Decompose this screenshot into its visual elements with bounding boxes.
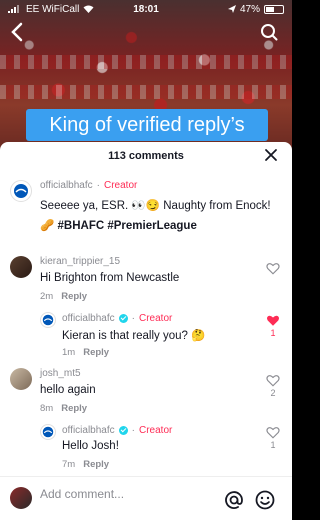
comment-input[interactable]: Add comment...	[40, 487, 124, 501]
comment-time: 1m	[62, 347, 76, 358]
comment-time: 8m	[40, 403, 54, 414]
video-caption: King of verified reply’s	[26, 109, 268, 141]
comment-hashtags[interactable]: 🥜 #BHAFC #PremierLeague	[40, 218, 197, 232]
comment-user[interactable]: officialbhafc · Creator	[40, 180, 137, 191]
heart-filled-icon	[266, 315, 280, 326]
creator-badge: Creator	[138, 425, 173, 436]
like-button[interactable]	[265, 262, 281, 275]
chevron-left-icon	[11, 22, 23, 42]
emoji-icon	[255, 490, 275, 510]
reply-button[interactable]: Reply	[61, 403, 87, 414]
separator-dot: ·	[131, 425, 135, 436]
like-button[interactable]: 1	[265, 426, 281, 450]
crowd-stripe	[0, 85, 292, 99]
avatar	[10, 487, 32, 509]
search-icon	[261, 24, 278, 41]
at-icon	[225, 491, 243, 509]
like-button[interactable]: 1	[265, 314, 281, 338]
creator-badge: Creator	[138, 313, 173, 324]
comment-meta: 1m Reply	[62, 347, 109, 358]
comment-meta: 7m Reply	[62, 459, 109, 470]
comment-user[interactable]: officialbhafc · Creator	[62, 425, 172, 436]
avatar[interactable]	[10, 256, 32, 278]
like-count: 1	[270, 440, 276, 450]
emoji-button[interactable]	[255, 490, 275, 510]
comment-time: 7m	[62, 459, 76, 470]
heart-icon	[266, 375, 280, 387]
search-button[interactable]	[260, 23, 278, 41]
comment-time: 2m	[40, 291, 54, 302]
reply-button[interactable]: Reply	[83, 459, 109, 470]
username[interactable]: officialbhafc	[40, 180, 93, 191]
avatar[interactable]	[40, 424, 56, 440]
brighton-logo-icon	[42, 426, 54, 438]
username[interactable]: josh_mt5	[40, 368, 81, 379]
brighton-logo-icon	[42, 314, 54, 326]
close-icon	[265, 149, 277, 161]
username[interactable]: officialbhafc	[62, 425, 115, 436]
verified-icon	[118, 314, 128, 323]
creator-badge: Creator	[103, 180, 138, 191]
clock: 18:01	[133, 3, 159, 15]
username[interactable]: officialbhafc	[62, 313, 115, 324]
separator-dot: ·	[131, 313, 135, 324]
comment-meta: 8m Reply	[40, 403, 87, 414]
verified-icon	[118, 426, 128, 435]
like-count: 1	[270, 328, 276, 338]
comment-user[interactable]: josh_mt5	[40, 368, 81, 379]
like-count: 2	[270, 388, 276, 398]
comment-composer: Add comment...	[0, 476, 292, 520]
avatar[interactable]	[10, 368, 32, 390]
comment-count: 113 comments	[108, 150, 184, 162]
avatar[interactable]	[40, 312, 56, 328]
mention-button[interactable]	[224, 490, 244, 510]
back-button[interactable]	[10, 22, 26, 42]
heart-icon	[266, 427, 280, 439]
reply-button[interactable]: Reply	[61, 291, 87, 302]
comment-text: Hi Brighton from Newcastle	[40, 272, 180, 284]
comments-header: 113 comments	[0, 142, 292, 170]
separator-dot: ·	[96, 180, 100, 191]
crowd-stripe	[0, 55, 292, 69]
battery-fill	[266, 6, 274, 12]
battery-icon	[264, 4, 284, 14]
like-button[interactable]: 2	[265, 374, 281, 398]
comment-text: Seeeee ya, ESR. 👀😏 Naughty from Enock!	[40, 200, 271, 212]
close-button[interactable]	[264, 148, 278, 162]
avatar[interactable]	[10, 180, 32, 202]
heart-icon	[266, 263, 280, 275]
comment-user[interactable]: kieran_trippier_15	[40, 256, 120, 267]
brighton-logo-icon	[14, 184, 28, 198]
username[interactable]: kieran_trippier_15	[40, 256, 120, 267]
status-bar: EE WiFiCall 18:01 47%	[0, 0, 292, 18]
comment-user[interactable]: officialbhafc · Creator	[62, 313, 172, 324]
comment-text: hello again	[40, 384, 96, 396]
reply-button[interactable]: Reply	[83, 347, 109, 358]
comment-text: Kieran is that really you? 🤔	[62, 330, 206, 342]
comment-meta: 2m Reply	[40, 291, 87, 302]
comment-text: Hello Josh!	[62, 440, 119, 452]
